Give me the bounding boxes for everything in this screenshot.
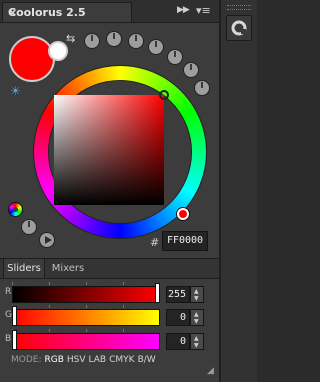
slider-row-b: B 0 ▲ ▼ <box>0 329 219 352</box>
tab-bar: Sliders Mixers <box>0 258 219 279</box>
mode-option-cmyk[interactable]: CMYK <box>109 355 134 365</box>
preset-knob-3[interactable] <box>128 33 144 49</box>
mode-label: MODE: <box>11 355 42 365</box>
mode-option-bw[interactable]: B/W <box>138 355 156 365</box>
preset-knob-1[interactable] <box>84 33 100 49</box>
preset-knob-6[interactable] <box>183 62 199 78</box>
light-icon[interactable]: ☀ <box>10 84 21 98</box>
tab-sliders[interactable]: Sliders <box>3 259 45 278</box>
dock-grip[interactable] <box>227 5 251 10</box>
hex-hash-label: # <box>150 236 160 249</box>
foreground-swatch[interactable] <box>9 36 55 82</box>
mode-option-hsv[interactable]: HSV <box>67 355 86 365</box>
mode-selector: MODE: RGB HSV LAB CMYK B/W <box>11 355 159 365</box>
slider-thumb-r[interactable] <box>155 283 160 303</box>
value-input-g[interactable]: 0 <box>166 309 190 326</box>
swap-colors-icon[interactable]: ⇆ <box>66 32 75 45</box>
stepper-b[interactable]: ▲ ▼ <box>190 333 204 350</box>
tab-mixers[interactable]: Mixers <box>46 259 90 278</box>
slider-track-g[interactable] <box>12 309 160 326</box>
preset-knob-5[interactable] <box>167 49 183 65</box>
slider-row-r: R 255 ▲ ▼ <box>0 282 219 305</box>
mini-color-wheel-icon[interactable] <box>8 202 23 217</box>
dock-strip <box>221 0 257 382</box>
panel-titlebar: Coolorus 2.5 × ▶▶ ▾≡ <box>0 0 219 23</box>
play-icon[interactable] <box>39 232 55 248</box>
slider-ticks <box>12 282 160 285</box>
preset-knob-7[interactable] <box>194 80 210 96</box>
stepper-g[interactable]: ▲ ▼ <box>190 309 204 326</box>
slider-label-r: R <box>5 287 12 297</box>
panel-menu-icon[interactable]: ▾≡ <box>196 4 211 17</box>
close-icon[interactable]: × <box>8 6 17 19</box>
resize-grip-icon[interactable]: ◢ <box>207 366 214 376</box>
hue-marker[interactable] <box>177 208 189 220</box>
slider-track-b[interactable] <box>12 333 160 350</box>
slider-thumb-b[interactable] <box>12 330 17 350</box>
slider-label-g: G <box>5 310 12 320</box>
value-input-b[interactable]: 0 <box>166 333 190 350</box>
slider-track-r[interactable] <box>12 286 160 303</box>
saturation-value-square[interactable] <box>54 95 164 205</box>
slider-label-b: B <box>5 334 12 344</box>
panel-title: Coolorus 2.5 <box>8 6 86 19</box>
collapse-arrows-icon[interactable]: ▶▶ <box>177 5 190 15</box>
coolorus-panel: Coolorus 2.5 × ▶▶ ▾≡ ⇆ ☀ # FF0000 Slider… <box>0 0 219 382</box>
hex-input[interactable]: FF0000 <box>162 231 208 251</box>
value-input-r[interactable]: 255 <box>166 286 190 303</box>
mode-option-rgb[interactable]: RGB <box>45 355 64 365</box>
saturation-value-marker[interactable] <box>159 90 169 100</box>
stepper-r[interactable]: ▲ ▼ <box>190 286 204 303</box>
preset-knob-4[interactable] <box>148 39 164 55</box>
preset-knob-8[interactable] <box>21 219 37 235</box>
background-swatch[interactable] <box>48 41 68 61</box>
slider-ticks <box>12 329 160 332</box>
color-wheel-area: ⇆ ☀ # FF0000 <box>0 22 219 258</box>
panel-tab[interactable]: Coolorus 2.5 × <box>2 2 132 22</box>
coolorus-ring-icon[interactable] <box>226 15 252 41</box>
slider-ticks <box>12 305 160 308</box>
slider-thumb-g[interactable] <box>12 306 17 326</box>
preset-knob-2[interactable] <box>106 31 122 47</box>
slider-row-g: G 0 ▲ ▼ <box>0 305 219 328</box>
mode-option-lab[interactable]: LAB <box>89 355 107 365</box>
